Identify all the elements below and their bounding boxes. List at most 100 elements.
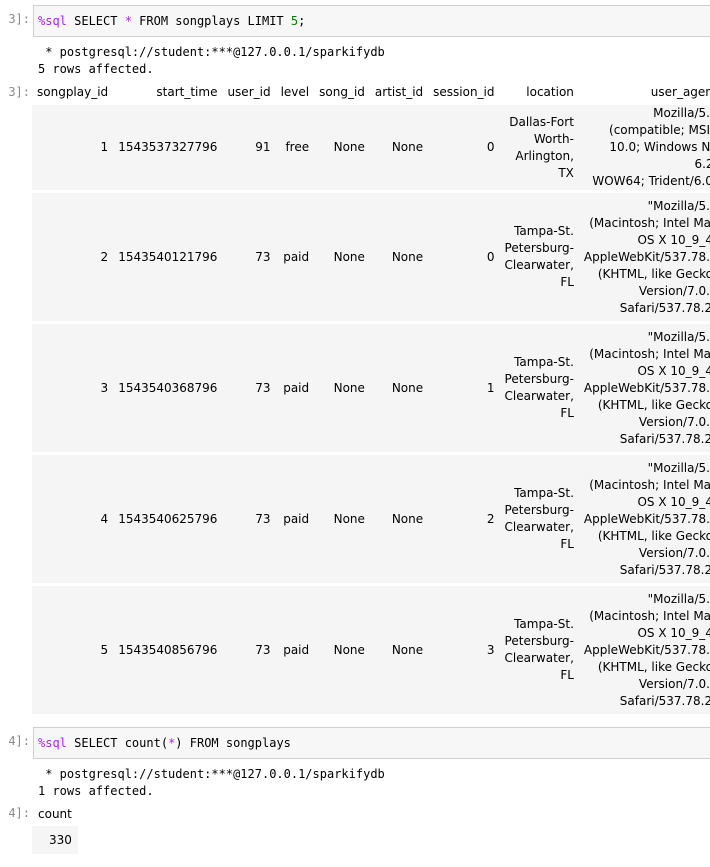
cell-line: Tampa-St. bbox=[514, 355, 574, 369]
cell-song-id: None bbox=[333, 511, 365, 526]
cell-line: OS X 10_9_4) bbox=[637, 494, 710, 509]
cell-start-time: 1543540625796 bbox=[118, 511, 218, 526]
cell-line: AppleWebKit/537.78.2 bbox=[583, 249, 710, 264]
cell-line: Tampa-St. bbox=[514, 617, 574, 631]
cell-level: free bbox=[285, 140, 310, 154]
cell-song-id: None bbox=[333, 380, 365, 395]
cell-user-agent: "Mozilla/5.0 (Macintosh; Intel Mac OS X 10… bbox=[579, 455, 710, 583]
cell-line: OS X 10_9_4) bbox=[637, 625, 710, 640]
cell-user-id: 73 bbox=[255, 249, 271, 264]
cell-line: Tampa-St. bbox=[514, 224, 574, 238]
cell-line: Clearwater, bbox=[504, 258, 574, 272]
cell-line: "Mozilla/5.0 bbox=[647, 460, 710, 475]
cell-line: OS X 10_9_4) bbox=[637, 363, 710, 378]
cell-line: 10.0; Windows NT 6.2; bbox=[609, 140, 710, 171]
result-table: songplay_id start_time user_id level song_id… bbox=[32, 79, 710, 714]
cell-session-id: 0 bbox=[486, 140, 495, 154]
cell-line: FL bbox=[560, 406, 574, 420]
cell-line: Tampa-St. bbox=[514, 486, 574, 500]
cell-song-id: None bbox=[333, 140, 365, 154]
column-header-session-id: session_id bbox=[433, 84, 495, 99]
cell-songplay-id: 3 bbox=[100, 380, 109, 395]
cell-line: "Mozilla/5.0 bbox=[647, 591, 710, 606]
column-header-artist-id: artist_id bbox=[374, 84, 424, 99]
cell-session-id: 3 bbox=[486, 642, 495, 657]
cell-location: Tampa-St. Petersburg- Clearwater, FL bbox=[500, 193, 579, 321]
column-header-song-id: song_id bbox=[319, 84, 365, 99]
cell-line: Petersburg- bbox=[504, 241, 574, 255]
table-header-row: songplay_id start_time user_id level song_id… bbox=[32, 79, 710, 105]
cell-line: Version/7.0.6 bbox=[638, 676, 710, 691]
cell-artist-id: None bbox=[391, 249, 424, 264]
count-table: count 330 bbox=[32, 802, 78, 854]
cell-line: "Mozilla/5.0 bbox=[647, 329, 710, 344]
cell-line: (KHTML, like Gecko) bbox=[597, 397, 710, 412]
cell-line: (KHTML, like Gecko) bbox=[597, 528, 710, 543]
cell-line: AppleWebKit/537.78.2 bbox=[583, 380, 710, 395]
input-prompt-4: 4]: bbox=[8, 734, 30, 748]
code-text: ) FROM songplays bbox=[175, 736, 291, 750]
cell-line: Version/7.0.6 bbox=[638, 283, 710, 298]
cell-artist-id: None bbox=[391, 380, 424, 395]
cell-song-id: None bbox=[333, 642, 365, 657]
cell-line: Safari/537.78.2" bbox=[619, 300, 710, 315]
cell-user-agent: Mozilla/5.0 (compatible; MSIE 10.0; Window… bbox=[579, 105, 710, 190]
column-header-location: location bbox=[526, 84, 574, 99]
cell-session-id: 1 bbox=[486, 380, 495, 395]
cell-user-agent: "Mozilla/5.0 (Macintosh; Intel Mac OS X 10… bbox=[579, 193, 710, 321]
column-header-user-agent: user_agent bbox=[650, 84, 710, 99]
cell-line: Petersburg- bbox=[504, 503, 574, 517]
cell-line: Dallas-Fort bbox=[509, 114, 574, 129]
cell-level: paid bbox=[283, 249, 310, 264]
cell-line: (KHTML, like Gecko) bbox=[597, 266, 710, 281]
code-cell-4[interactable]: %sql SELECT count(*) FROM songplays bbox=[33, 727, 710, 759]
cell-user-agent: "Mozilla/5.0 (Macintosh; Intel Mac OS X 10… bbox=[579, 324, 710, 452]
cell-line: Arlington, bbox=[515, 148, 574, 163]
cell-line: FL bbox=[560, 537, 574, 551]
cell-songplay-id: 1 bbox=[100, 140, 109, 154]
cell-location: Dallas-Fort Worth- Arlington, TX bbox=[500, 105, 579, 190]
cell-line: WOW64; Trident/6.0) bbox=[592, 174, 710, 188]
cell-line: (KHTML, like Gecko) bbox=[597, 659, 710, 674]
cell-line: Safari/537.78.2" bbox=[619, 693, 710, 708]
input-prompt-3: 3]: bbox=[8, 12, 30, 26]
cell-user-id: 73 bbox=[255, 511, 271, 526]
code-text: SELECT bbox=[66, 14, 125, 28]
code-cell-3[interactable]: %sql SELECT * FROM songplays LIMIT 5; bbox=[33, 5, 710, 37]
cell-line: (Macintosh; Intel Mac bbox=[589, 346, 710, 361]
cell-line: Version/7.0.6 bbox=[638, 545, 710, 560]
cell-start-time: 1543537327796 bbox=[118, 140, 218, 154]
count-column-header: count bbox=[38, 807, 72, 821]
cell-line: Clearwater, bbox=[504, 651, 574, 665]
cell-line: Safari/537.78.2" bbox=[619, 562, 710, 577]
cell-songplay-id: 4 bbox=[100, 511, 109, 526]
cell-line: Clearwater, bbox=[504, 389, 574, 403]
sql-magic: %sql bbox=[38, 736, 67, 750]
cell-artist-id: None bbox=[391, 511, 424, 526]
cell-line: Worth- bbox=[533, 131, 574, 146]
cell-user-id: 91 bbox=[255, 140, 271, 154]
table-row: 4 1543540625796 73 paid None None 2 Tampa-St. Pe… bbox=[32, 455, 710, 583]
code-text: SELECT count( bbox=[66, 736, 169, 750]
column-header-start-time: start_time bbox=[156, 84, 218, 99]
table-row: 2 1543540121796 73 paid None None 0 Tampa-St. Pe… bbox=[32, 193, 710, 321]
cell-line: "Mozilla/5.0 bbox=[647, 198, 710, 213]
cell-location: Tampa-St. Petersburg- Clearwater, FL bbox=[500, 586, 579, 714]
cell-location: Tampa-St. Petersburg- Clearwater, FL bbox=[500, 455, 579, 583]
cell-songplay-id: 5 bbox=[100, 642, 109, 657]
cell-artist-id: None bbox=[391, 642, 424, 657]
column-header-level: level bbox=[280, 84, 310, 99]
table-row: 3 1543540368796 73 paid None None 1 Tampa-St. Pe… bbox=[32, 324, 710, 452]
cell-line: FL bbox=[560, 275, 574, 289]
cell-line: Version/7.0.6 bbox=[638, 414, 710, 429]
cell-artist-id: None bbox=[391, 140, 424, 154]
connection-string: * postgresql://student:***@127.0.0.1/spa… bbox=[38, 45, 385, 59]
cell-line: (Macintosh; Intel Mac bbox=[589, 608, 710, 623]
rows-affected: 1 rows affected. bbox=[38, 784, 154, 798]
cell-line: (compatible; MSIE bbox=[609, 123, 710, 137]
code-text: ; bbox=[298, 14, 306, 28]
table-row: 1 1543537327796 91 free None None 0 Dallas-Fort… bbox=[32, 105, 710, 190]
cell-line: OS X 10_9_4) bbox=[637, 232, 710, 247]
cell-start-time: 1543540856796 bbox=[118, 642, 218, 657]
sql-magic: %sql bbox=[38, 14, 67, 28]
